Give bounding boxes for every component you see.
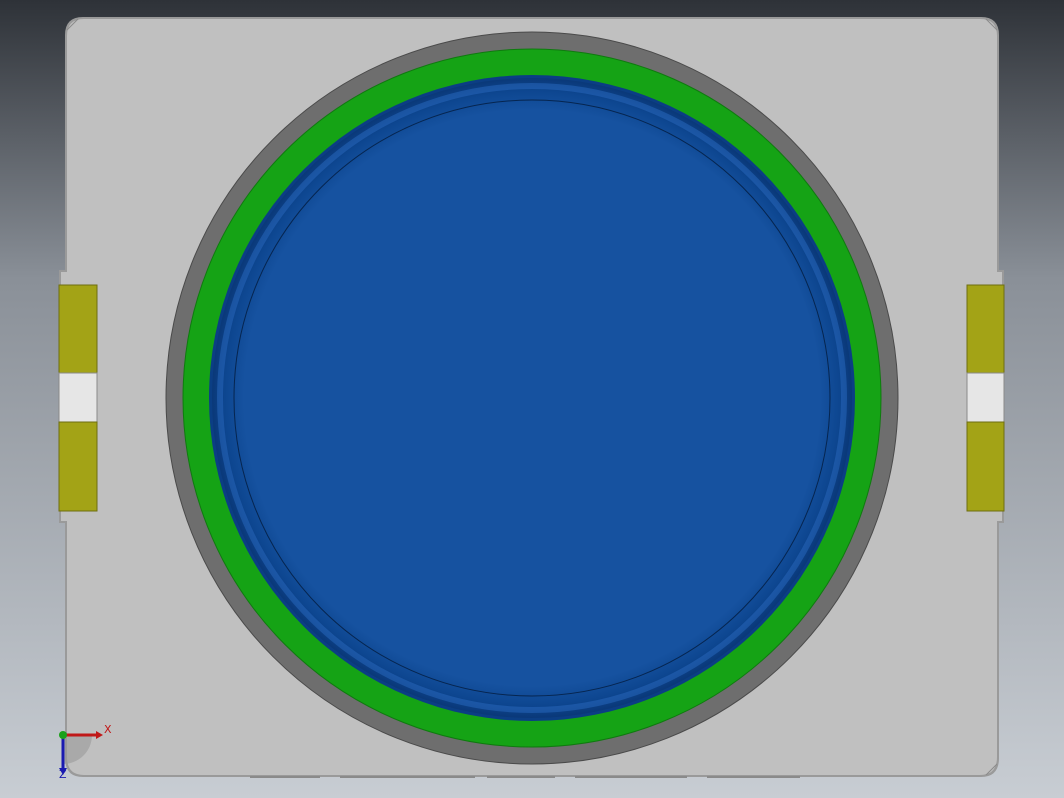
- terminal-right-upper[interactable]: [966, 284, 1005, 374]
- graphics-viewport[interactable]: X Z: [0, 0, 1064, 798]
- terminal-right-gap: [966, 372, 1005, 423]
- terminal-right-lower[interactable]: [966, 421, 1005, 512]
- model-canvas[interactable]: X Z: [0, 0, 1064, 798]
- terminal-left-gap: [58, 372, 98, 423]
- x-axis-label: X: [104, 723, 112, 736]
- z-axis-label: Z: [59, 768, 67, 781]
- y-axis-marker: [59, 731, 67, 739]
- membrane-surface[interactable]: [212, 78, 852, 718]
- terminal-left-upper[interactable]: [58, 284, 98, 374]
- terminal-left-lower[interactable]: [58, 421, 98, 512]
